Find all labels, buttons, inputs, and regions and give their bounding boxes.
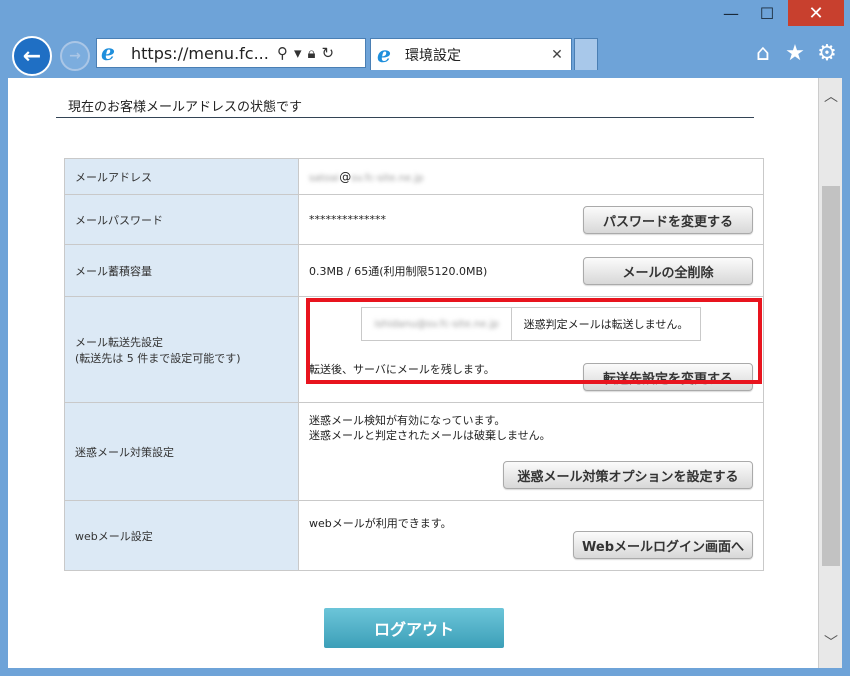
back-button[interactable]: ← <box>12 36 52 76</box>
spam-value-cell: 迷惑メール検知が有効になっています。 迷惑メールと判定されたメールは破棄しません… <box>298 402 764 501</box>
webmail-status: webメールが利用できます。 <box>309 517 452 530</box>
gear-icon[interactable]: ⚙ <box>814 40 840 66</box>
email-domain: sv.fc-site.ne.jp <box>351 172 424 184</box>
chevron-up-icon[interactable]: ︿ <box>819 82 843 110</box>
logout-button[interactable]: ログアウト <box>324 608 504 648</box>
forward-spam-note: 迷惑判定メールは転送しません。 <box>523 318 689 331</box>
window-frame-right <box>842 78 850 676</box>
window-frame-bottom <box>0 668 850 676</box>
close-icon[interactable]: ✕ <box>547 47 567 63</box>
change-password-button[interactable]: パスワードを変更する <box>583 206 753 234</box>
ie-logo-icon: e <box>377 41 391 68</box>
scroll-thumb[interactable] <box>822 186 840 566</box>
maximize-button[interactable]: ☐ <box>750 0 784 26</box>
window-titlebar: — ☐ ✕ <box>0 0 850 32</box>
email-value: satoai@sv.fc-site.ne.jp <box>298 158 764 195</box>
address-bar[interactable]: e https://menu.fc... ⚲ ▾ 🔒︎ ↻ <box>96 38 366 68</box>
delete-all-mail-button[interactable]: メールの全削除 <box>583 257 753 285</box>
arrow-right-icon: → <box>69 48 81 64</box>
forward-value-cell: ishidanu@sv.fc-site.ne.jp 迷惑判定メールは転送しません… <box>298 296 764 403</box>
home-icon[interactable]: ⌂ <box>750 40 776 66</box>
table-row-email: メールアドレス satoai@sv.fc-site.ne.jp <box>64 158 764 195</box>
table-row-spam: 迷惑メール対策設定 迷惑メール検知が有効になっています。 迷惑メールと判定された… <box>64 402 764 501</box>
search-icon[interactable]: ⚲ <box>277 44 288 62</box>
forward-label-line1: メール転送先設定 <box>75 335 163 349</box>
arrow-left-icon: ← <box>22 43 42 69</box>
table-row-forward: メール転送先設定 (転送先は 5 件まで設定可能です) ishidanu@sv.… <box>64 296 764 403</box>
change-forward-button[interactable]: 転送先設定を変更する <box>583 363 753 391</box>
forward-address-cell: ishidanu@sv.fc-site.ne.jp <box>362 308 512 340</box>
forward-button[interactable]: → <box>60 41 90 71</box>
row-label: メール蓄積容量 <box>64 244 299 297</box>
password-value-cell: ************** パスワードを変更する <box>298 194 764 245</box>
storage-value-cell: 0.3MB / 65通(利用制限5120.0MB) メールの全削除 <box>298 244 764 297</box>
spam-status-line1: 迷惑メール検知が有効になっています。 <box>309 414 506 427</box>
close-window-button[interactable]: ✕ <box>788 0 844 26</box>
tab-settings[interactable]: e 環境設定 ✕ <box>370 38 572 70</box>
dropdown-arrow-icon[interactable]: ▾ <box>294 44 302 62</box>
tab-title: 環境設定 <box>405 47 461 64</box>
row-label: 迷惑メール対策設定 <box>64 402 299 501</box>
storage-value: 0.3MB / 65通(利用制限5120.0MB) <box>309 264 488 278</box>
chevron-down-icon[interactable]: ﹀ <box>819 628 843 656</box>
row-label: webメール設定 <box>64 500 299 571</box>
vertical-scrollbar[interactable]: ︿ ﹀ <box>818 78 842 668</box>
email-at: @ <box>339 169 352 184</box>
row-label: メール転送先設定 (転送先は 5 件まで設定可能です) <box>64 296 299 403</box>
password-value: ************** <box>309 213 386 226</box>
table-row-password: メールパスワード ************** パスワードを変更する <box>64 194 764 245</box>
lock-icon[interactable]: 🔒︎ <box>308 44 316 62</box>
forward-label-line2: (転送先は 5 件まで設定可能です) <box>75 351 241 365</box>
star-icon[interactable]: ★ <box>782 40 808 66</box>
page-heading: 現在のお客様メールアドレスの状態です <box>56 96 754 118</box>
ie-logo-icon: e <box>101 40 115 66</box>
spam-options-button[interactable]: 迷惑メール対策オプションを設定する <box>503 461 753 489</box>
email-local-part: satoai <box>309 172 340 184</box>
table-row-webmail: webメール設定 webメールが利用できます。 Webメールログイン画面へ <box>64 500 764 571</box>
forward-keep-note: 転送後、サーバにメールを残します。 <box>309 363 495 376</box>
forward-address: ishidanu@sv.fc-site.ne.jp <box>374 318 499 330</box>
minimize-button[interactable]: — <box>714 0 748 26</box>
forward-entry: ishidanu@sv.fc-site.ne.jp 迷惑判定メールは転送しません… <box>361 307 701 341</box>
webmail-value-cell: webメールが利用できます。 Webメールログイン画面へ <box>298 500 764 571</box>
webmail-login-button[interactable]: Webメールログイン画面へ <box>573 531 753 559</box>
table-row-storage: メール蓄積容量 0.3MB / 65通(利用制限5120.0MB) メールの全削… <box>64 244 764 297</box>
spam-status-line2: 迷惑メールと判定されたメールは破棄しません。 <box>309 429 551 442</box>
window-frame-left <box>0 78 8 676</box>
settings-table: メールアドレス satoai@sv.fc-site.ne.jp メールパスワード… <box>64 158 764 571</box>
row-label: メールパスワード <box>64 194 299 245</box>
refresh-icon[interactable]: ↻ <box>322 44 335 62</box>
spam-status: 迷惑メール検知が有効になっています。 迷惑メールと判定されたメールは破棄しません… <box>309 413 551 443</box>
new-tab-button[interactable] <box>574 38 598 70</box>
address-text[interactable]: https://menu.fc... <box>131 44 271 63</box>
page-viewport: 現在のお客様メールアドレスの状態です メールアドレス satoai@sv.fc-… <box>8 78 818 668</box>
row-label: メールアドレス <box>64 158 299 195</box>
browser-navbar: ← → e https://menu.fc... ⚲ ▾ 🔒︎ ↻ e 環境設定… <box>0 32 850 78</box>
